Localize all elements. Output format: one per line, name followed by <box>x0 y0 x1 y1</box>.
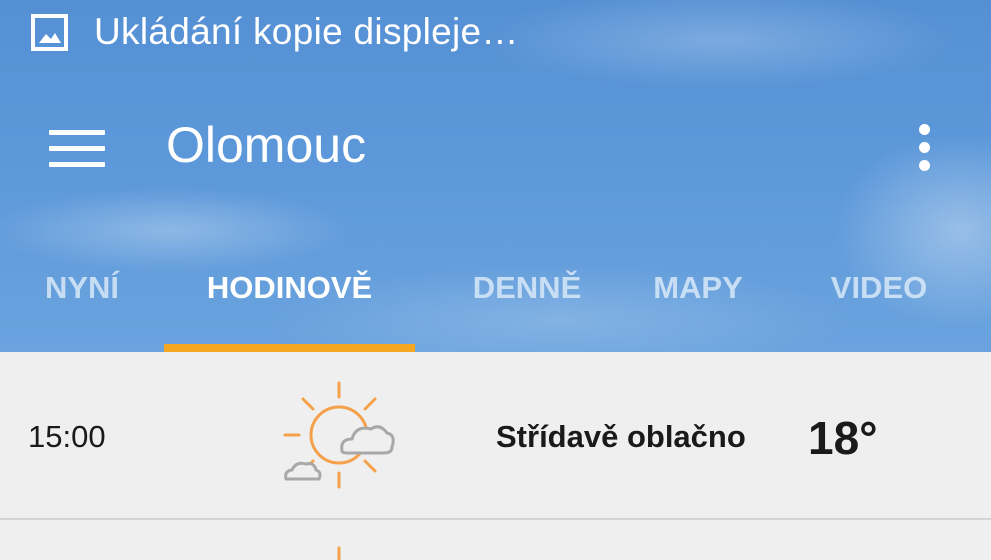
tab-maps[interactable]: MAPY <box>639 256 757 352</box>
tab-hourly[interactable]: HODINOVĚ <box>164 256 415 352</box>
more-vert-icon[interactable] <box>906 118 944 178</box>
header: Ukládání kopie displeje… Olomouc NYNÍ HO… <box>0 0 991 352</box>
status-notification: Ukládání kopie displeje… <box>0 0 991 68</box>
temperature: 18° <box>808 412 878 464</box>
partly-cloudy-icon <box>283 381 395 489</box>
hourly-row[interactable] <box>0 520 991 560</box>
sun-icon <box>337 546 341 560</box>
menu-button[interactable] <box>40 118 114 178</box>
page-title: Olomouc <box>166 117 367 173</box>
notification-text: Ukládání kopie displeje… <box>94 11 519 52</box>
tab-daily[interactable]: DENNĚ <box>415 256 639 352</box>
tab-bar: NYNÍ HODINOVĚ DENNĚ MAPY VIDEO <box>0 256 991 352</box>
tab-video[interactable]: VIDEO <box>757 256 991 352</box>
hour-time: 15:00 <box>28 419 106 454</box>
active-tab-indicator <box>164 344 415 352</box>
tab-now[interactable]: NYNÍ <box>0 256 164 352</box>
hourly-row[interactable]: 15:00 Střídavě oblačno 18° <box>0 353 991 520</box>
hamburger-menu-icon <box>49 130 105 135</box>
image-icon <box>31 14 68 51</box>
condition-text: Střídavě oblačno <box>496 419 746 454</box>
